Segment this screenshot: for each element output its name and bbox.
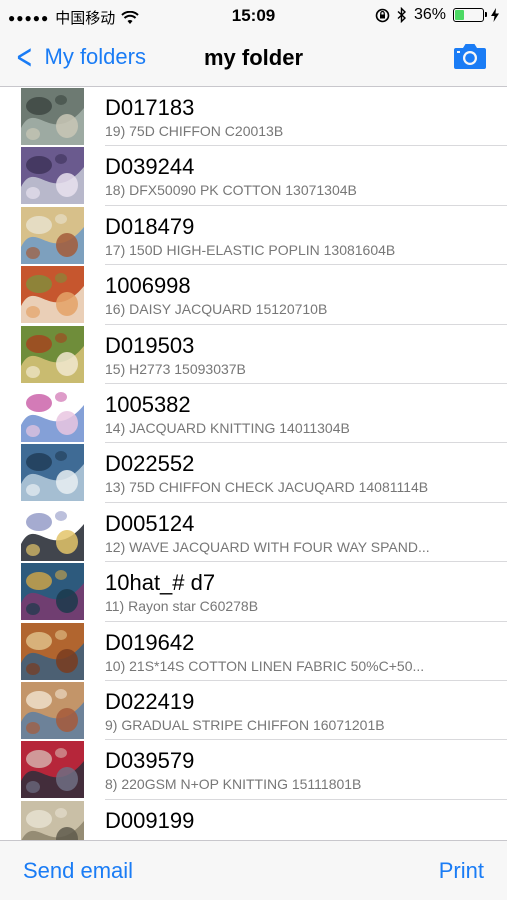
list-item[interactable]: 1006998 16) DAISY JACQUARD 15120710B — [0, 265, 507, 325]
item-description: 12) WAVE JACQUARD WITH FOUR WAY SPAND... — [105, 538, 430, 555]
list-item[interactable]: D019503 15) H2773 15093037B — [0, 325, 507, 384]
fabric-thumbnail — [21, 206, 84, 264]
list-item[interactable]: D022419 9) GRADUAL STRIPE CHIFFON 1607120… — [0, 681, 507, 741]
item-code: D039579 — [105, 748, 195, 774]
item-description: 11) Rayon star C60278B — [105, 598, 259, 615]
list-item[interactable]: 1005382 14) JACQUARD KNITTING 14011304B — [0, 384, 507, 444]
send-email-button[interactable]: Send email — [23, 858, 133, 884]
item-code: 1006998 — [105, 273, 191, 299]
folder-item-list: D017183 19) 75D CHIFFON C20013B D039244 18)… — [0, 87, 507, 840]
item-description: 9) GRADUAL STRIPE CHIFFON 16071201B — [105, 716, 385, 733]
item-code: D009199 — [105, 807, 195, 833]
orientation-lock-icon — [375, 8, 390, 22]
status-right: 36% — [375, 6, 499, 24]
list-item[interactable]: D018479 17) 150D HIGH-ELASTIC POPLIN 1308… — [0, 206, 507, 266]
battery-icon — [453, 8, 487, 22]
fabric-thumbnail — [21, 266, 84, 324]
bottom-toolbar: Send email Print — [0, 840, 507, 900]
list-item[interactable]: D017183 19) 75D CHIFFON C20013B — [0, 87, 507, 147]
page-title: my folder — [203, 45, 304, 70]
item-code: D019503 — [105, 332, 195, 358]
item-description: 14) JACQUARD KNITTING 14011304B — [105, 419, 350, 436]
item-description: 15) H2773 15093037B — [105, 360, 246, 377]
item-code: D019642 — [105, 629, 195, 655]
fabric-thumbnail — [21, 681, 84, 739]
fabric-thumbnail — [21, 800, 84, 840]
camera-icon[interactable] — [453, 42, 487, 70]
list-item[interactable]: D019642 10) 21S*14S COTTON LINEN FABRIC 5… — [0, 622, 507, 681]
fabric-thumbnail — [21, 563, 84, 621]
item-code: D039244 — [105, 154, 195, 180]
list-item[interactable]: D005124 12) WAVE JACQUARD WITH FOUR WAY S… — [0, 503, 507, 563]
item-description: 13) 75D CHIFFON CHECK JACUQARD 14081114B — [105, 479, 429, 496]
item-code: 1005382 — [105, 391, 191, 417]
print-button[interactable]: Print — [439, 858, 484, 884]
list-item[interactable]: 10hat_# d7 11) Rayon star C60278B — [0, 562, 507, 622]
fabric-thumbnail — [21, 741, 84, 799]
navigation-bar: < My folders my folder — [0, 32, 507, 87]
item-code: D022419 — [105, 688, 195, 714]
bluetooth-icon — [397, 7, 406, 23]
item-code: D022552 — [105, 451, 195, 477]
status-bar: ●●●●● 中国移动 15:09 36% — [0, 0, 507, 32]
item-code: D017183 — [105, 95, 195, 120]
item-description: 8) 220GSM N+OP KNITTING 15111801B — [105, 776, 362, 793]
item-description: 18) DFX50090 PK COTTON 13071304B — [105, 182, 357, 199]
fabric-thumbnail — [21, 622, 84, 680]
fabric-thumbnail — [21, 444, 84, 502]
fabric-thumbnail — [21, 325, 84, 383]
item-code: 10hat_# d7 — [105, 570, 216, 596]
fabric-thumbnail — [21, 88, 84, 145]
list-item[interactable]: D009199 — [0, 800, 507, 840]
fabric-thumbnail — [21, 384, 84, 442]
list-item[interactable]: D039579 8) 220GSM N+OP KNITTING 15111801B — [0, 740, 507, 800]
item-code: D018479 — [105, 213, 195, 239]
list-item[interactable]: D039244 18) DFX50090 PK COTTON 13071304B — [0, 146, 507, 206]
item-description: 16) DAISY JACQUARD 15120710B — [105, 301, 328, 318]
item-description: 19) 75D CHIFFON C20013B — [105, 123, 284, 139]
battery-percent: 36% — [413, 6, 446, 23]
item-description: 10) 21S*14S COTTON LINEN FABRIC 50%C+50.… — [105, 657, 425, 674]
item-description: 17) 150D HIGH-ELASTIC POPLIN 13081604B — [105, 241, 396, 258]
fabric-thumbnail — [21, 147, 84, 205]
list-item[interactable]: D022552 13) 75D CHIFFON CHECK JACUQARD 14… — [0, 443, 507, 503]
fabric-thumbnail — [21, 503, 84, 561]
item-code: D005124 — [105, 510, 195, 536]
charging-icon — [491, 8, 499, 22]
